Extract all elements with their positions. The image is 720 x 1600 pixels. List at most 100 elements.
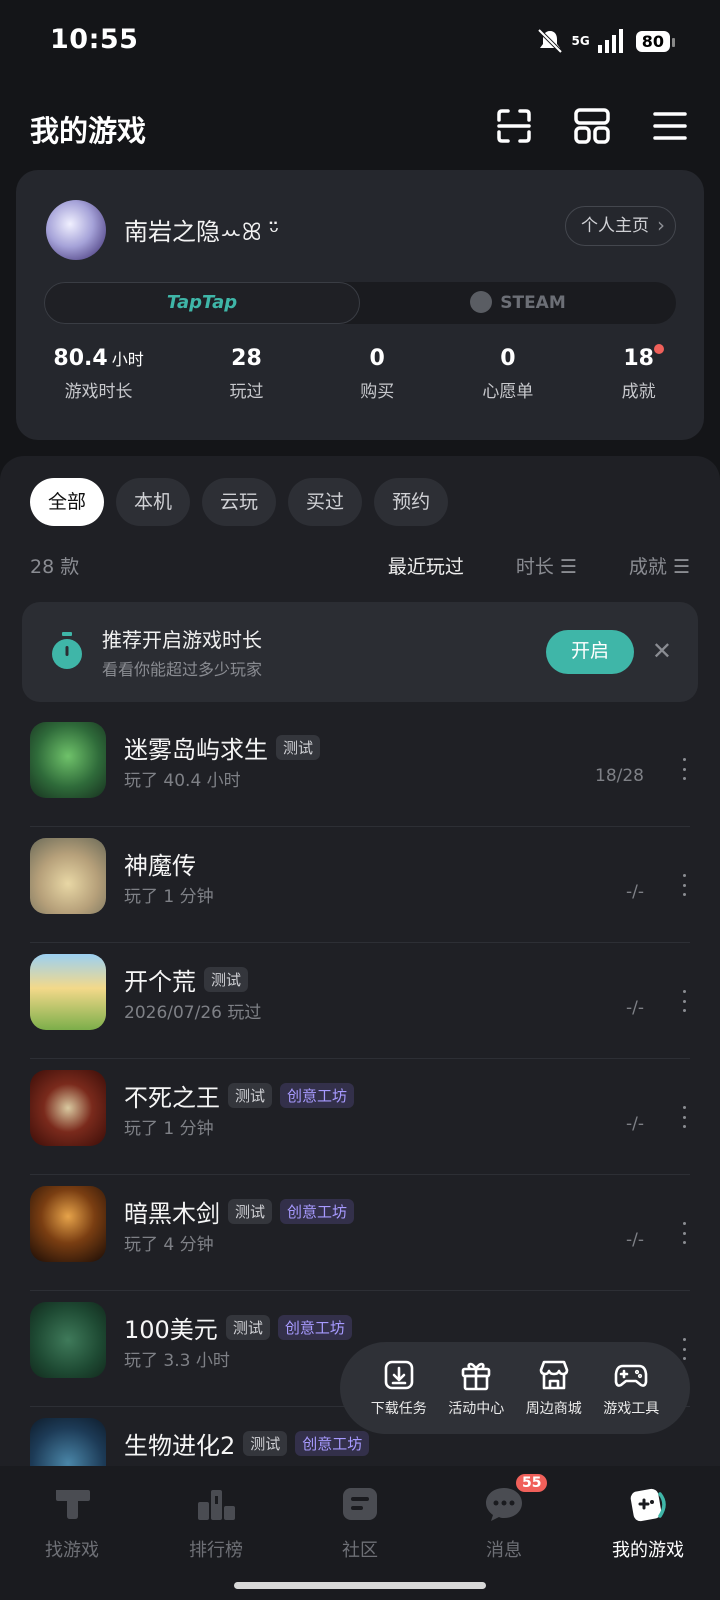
message-count-badge: 55: [514, 1472, 550, 1494]
notification-dot: [654, 344, 664, 354]
game-title: 100美元: [124, 1316, 218, 1344]
tool-merch-shop[interactable]: 周边商城: [526, 1358, 582, 1418]
game-title: 开个荒: [124, 968, 196, 996]
list-item[interactable]: 神魔传 玩了 1 分钟 -/-: [0, 826, 720, 942]
enable-button[interactable]: 开启: [546, 630, 634, 674]
signal-icon: [597, 29, 623, 53]
tool-label: 活动中心: [448, 1401, 505, 1417]
tag-test: 测试: [228, 1083, 273, 1108]
tag-test: 测试: [225, 1315, 270, 1340]
list-item[interactable]: 开个荒 测试 2026/07/26 玩过 -/-: [0, 942, 720, 1058]
network-type: 5G: [571, 33, 590, 48]
filter-local[interactable]: 本机: [116, 478, 191, 526]
tag-workshop: 创意工坊: [280, 1083, 355, 1108]
stat-purchased-label: 购买: [360, 382, 395, 402]
recommend-subtitle: 看看你能超过多少玩家: [102, 660, 263, 679]
avatar[interactable]: [46, 200, 106, 260]
nav-messages[interactable]: 55 消息: [432, 1466, 576, 1600]
username[interactable]: 南岩之隐ꕀꕤ ᵕ̈: [124, 212, 279, 247]
game-title: 暗黑木剑: [124, 1200, 220, 1228]
taptap-icon: [56, 1490, 90, 1519]
tool-label: 下载任务: [370, 1401, 427, 1417]
steam-icon: [470, 291, 493, 313]
tag-test: 测试: [276, 735, 321, 760]
game-title: 生物进化2: [124, 1432, 236, 1460]
status-bar: 10:55 5G 80: [0, 0, 720, 84]
stat-wishlist[interactable]: 0 心愿单: [443, 346, 574, 402]
game-title: 迷雾岛屿求生: [124, 736, 268, 764]
game-icon-mist-island: [30, 722, 106, 798]
tag-test: 测试: [204, 967, 249, 992]
more-options-icon[interactable]: [678, 758, 690, 780]
tool-download-tasks[interactable]: 下载任务: [371, 1358, 427, 1418]
game-playtime: 玩了 3.3 小时: [124, 1351, 230, 1371]
close-icon[interactable]: ✕: [652, 636, 672, 666]
tool-label: 周边商城: [525, 1401, 582, 1417]
game-playtime: 玩了 1 分钟: [124, 887, 214, 907]
grid-icon[interactable]: [572, 106, 612, 146]
game-achievement-progress: -/-: [626, 998, 644, 1018]
stat-purchased[interactable]: 0 购买: [312, 346, 443, 402]
homepage-button[interactable]: 个人主页: [565, 206, 676, 246]
game-icon-kaigehuang: [30, 954, 106, 1030]
home-indicator[interactable]: [234, 1582, 486, 1589]
game-achievement-progress: 18/28: [595, 766, 644, 786]
stopwatch-icon: [52, 632, 82, 669]
ranking-icon: [198, 1490, 235, 1520]
stat-played-value: 28: [231, 346, 262, 371]
sort-achievements[interactable]: 成就 ☰: [629, 552, 690, 579]
stat-purchased-value: 0: [369, 346, 385, 371]
tool-game-tools[interactable]: 游戏工具: [603, 1358, 659, 1418]
my-games-icon: [630, 1488, 666, 1522]
header: 我的游戏: [0, 96, 720, 156]
more-options-icon[interactable]: [678, 1106, 690, 1128]
filter-cloud[interactable]: 云玩: [202, 478, 277, 526]
game-achievement-progress: -/-: [626, 1230, 644, 1250]
game-icon-shenmo: [30, 838, 106, 914]
filter-chips: 全部 本机 云玩 买过 预约: [30, 478, 449, 526]
game-achievement-progress: -/-: [626, 1114, 644, 1134]
more-options-icon[interactable]: [678, 1338, 690, 1360]
stat-achievements-label: 成就: [621, 382, 656, 402]
status-time: 10:55: [50, 24, 139, 55]
gift-icon: [461, 1362, 491, 1391]
sort-options: 最近玩过 时长 ☰ 成就 ☰: [388, 552, 690, 579]
nav-label: 排行榜: [189, 1540, 243, 1561]
scan-icon[interactable]: [494, 106, 534, 146]
list-item[interactable]: 暗黑木剑 测试 创意工坊 玩了 4 分钟 -/-: [0, 1174, 720, 1290]
stat-achievements[interactable]: 18 成就: [573, 344, 704, 402]
nav-community[interactable]: 社区: [288, 1466, 432, 1600]
stat-wishlist-value: 0: [500, 346, 516, 371]
platform-tab-steam[interactable]: STEAM: [360, 282, 676, 324]
sort-duration[interactable]: 时长 ☰: [516, 552, 577, 579]
game-icon-undead-king: [30, 1070, 106, 1146]
more-options-icon[interactable]: [678, 990, 690, 1012]
game-title: 不死之王: [124, 1084, 220, 1112]
platform-tab-taptap[interactable]: TapTap: [44, 282, 360, 324]
filter-all[interactable]: 全部: [30, 478, 105, 526]
game-list-panel: 全部 本机 云玩 买过 预约 28 款 最近玩过 时长 ☰ 成就 ☰ 推荐开启游…: [0, 456, 720, 1494]
nav-find-games[interactable]: 找游戏: [0, 1466, 144, 1600]
menu-icon[interactable]: [650, 106, 690, 146]
nav-ranking[interactable]: 排行榜: [144, 1466, 288, 1600]
tool-label: 游戏工具: [603, 1401, 660, 1417]
nav-my-games[interactable]: 我的游戏: [576, 1466, 720, 1600]
tool-activity-center[interactable]: 活动中心: [448, 1358, 504, 1418]
more-options-icon[interactable]: [678, 1222, 690, 1244]
tag-workshop: 创意工坊: [277, 1315, 352, 1340]
filter-reserved[interactable]: 预约: [374, 478, 449, 526]
filter-bought[interactable]: 买过: [288, 478, 363, 526]
more-options-icon[interactable]: [678, 874, 690, 896]
sort-recent[interactable]: 最近玩过: [388, 552, 464, 579]
game-playtime: 玩了 40.4 小时: [124, 771, 241, 791]
nav-label: 社区: [342, 1540, 378, 1561]
stat-playtime-value: 80.4: [53, 346, 108, 371]
stat-playtime[interactable]: 80.4 小时 游戏时长: [16, 346, 181, 402]
stat-playtime-label: 游戏时长: [64, 382, 133, 402]
list-item[interactable]: 迷雾岛屿求生 测试 玩了 40.4 小时 18/28: [0, 710, 720, 826]
list-item[interactable]: 不死之王 测试 创意工坊 玩了 1 分钟 -/-: [0, 1058, 720, 1174]
nav-label: 消息: [486, 1540, 522, 1561]
tag-workshop: 创意工坊: [295, 1431, 370, 1456]
stat-played[interactable]: 28 玩过: [181, 346, 312, 402]
stats-row: 80.4 小时 游戏时长 28 玩过 0 购买 0 心愿单 18 成就: [16, 344, 704, 402]
